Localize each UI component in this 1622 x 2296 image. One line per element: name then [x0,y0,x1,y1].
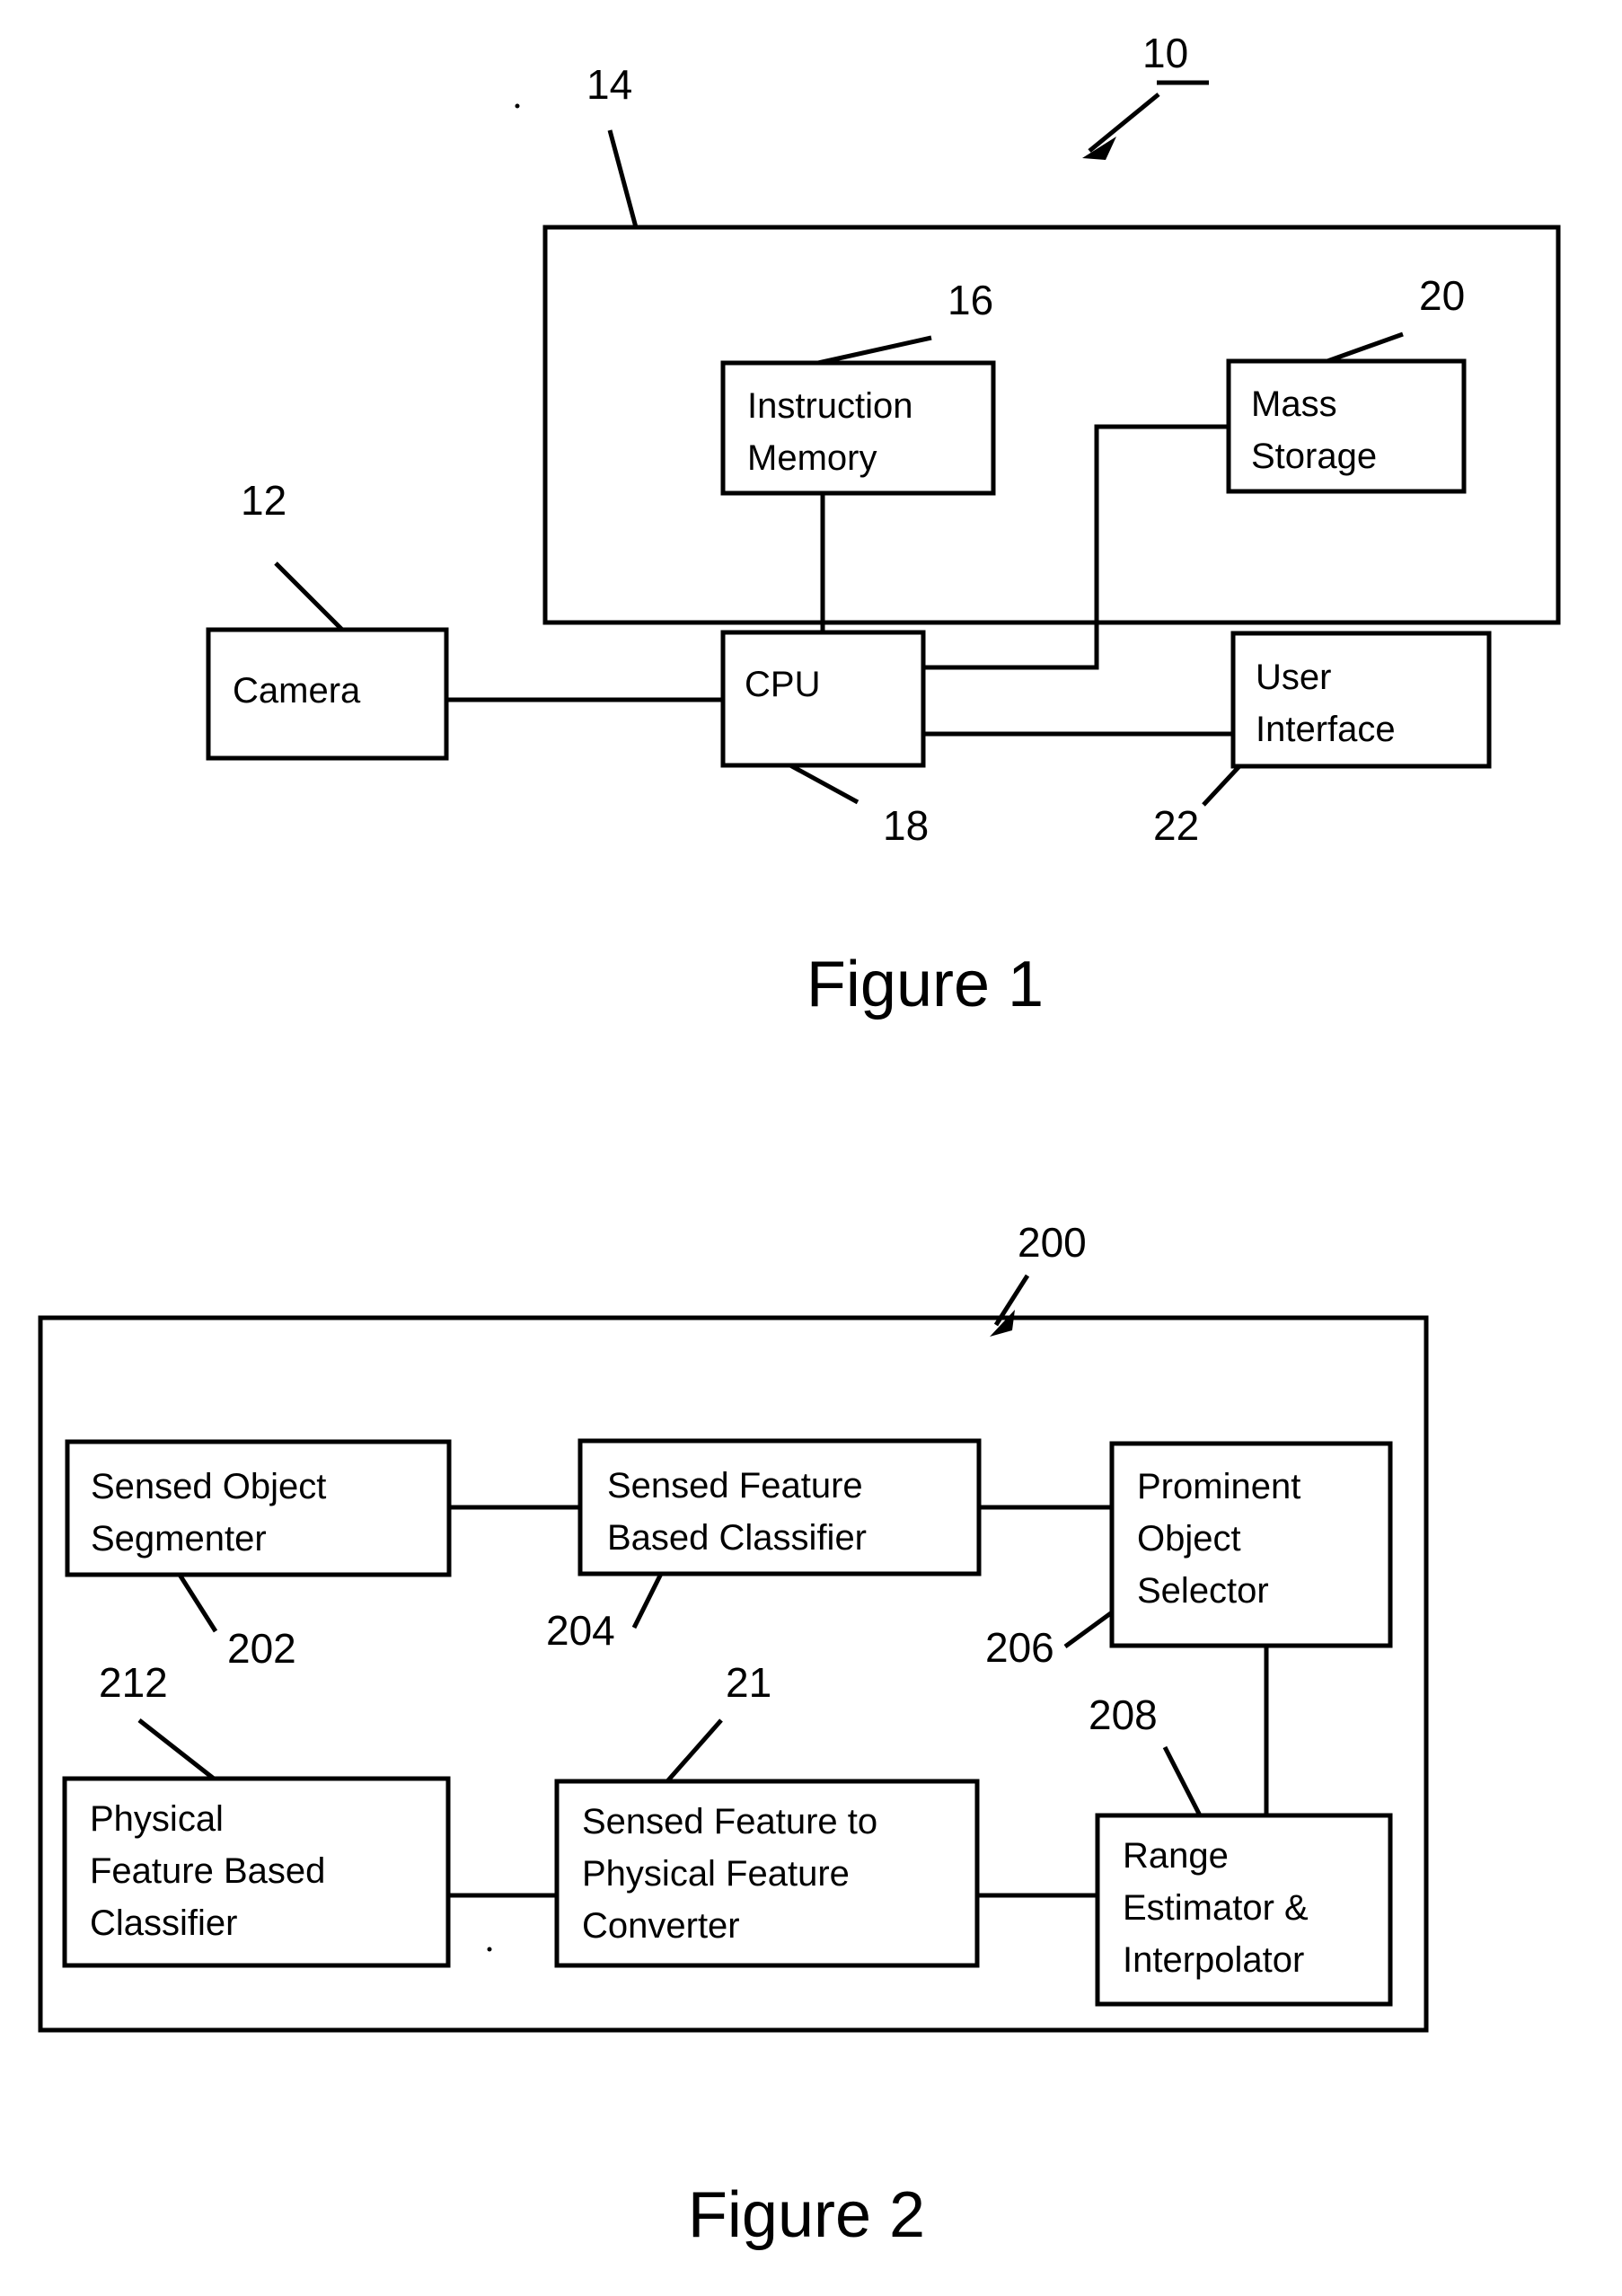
box-range-estimator-line3: Interpolator [1123,1940,1304,1980]
stray-dot [515,103,520,109]
ref-number-18: 18 [883,802,929,849]
box-user-interface-label-line1: User [1256,658,1331,697]
box-sensed-object-segmenter-line1: Sensed Object [91,1467,326,1506]
box-physical-feature-based-classifier-line3: Classifier [90,1903,237,1943]
box-physical-feature-based-classifier-line1: Physical [90,1799,224,1839]
box-converter-line1: Sensed Feature to [582,1802,877,1841]
box-physical-feature-based-classifier-line2: Feature Based [90,1851,325,1891]
box-sensed-feature-based-classifier-line1: Sensed Feature [607,1466,863,1506]
figure-1: 10 14 Instruction Memory 16 Mass Storage… [206,30,1561,1020]
ref-10-arrow-line [1088,93,1160,153]
ref-202-leader [177,1573,218,1633]
box-camera-label: Camera [233,671,361,711]
ref-12-leader [274,561,344,631]
box-prominent-object-selector-line1: Prominent [1137,1467,1300,1506]
box-user-interface-label-line2: Interface [1256,710,1396,749]
box-cpu-label: CPU [745,665,820,704]
ref-number-12: 12 [241,477,286,524]
box-instruction-memory-label-line1: Instruction [747,386,913,426]
box-converter-line2: Physical Feature [582,1854,850,1894]
ref-20-leader [1327,331,1404,364]
ref-number-204: 204 [546,1607,615,1654]
stray-dot-2 [487,1947,492,1952]
ref-212-leader [137,1718,216,1780]
box-converter-line3: Converter [582,1906,740,1946]
ref-14-leader [607,129,639,228]
patent-drawing-sheet: 10 14 Instruction Memory 16 Mass Storage… [0,0,1622,2296]
ref-number-16: 16 [948,277,993,323]
figures-canvas: 10 14 Instruction Memory 16 Mass Storage… [38,30,1561,2251]
ref-21-leader [666,1718,723,1783]
box-range-estimator-line2: Estimator & [1123,1888,1309,1928]
box-prominent-object-selector-line3: Selector [1137,1571,1269,1611]
box-prominent-object-selector-line2: Object [1137,1519,1241,1559]
ref-number-202: 202 [227,1625,296,1672]
figure-1-caption: Figure 1 [807,949,1044,1020]
box-range-estimator-line1: Range [1123,1836,1229,1876]
ref-22-leader [1202,764,1241,807]
ref-number-200: 200 [1018,1219,1087,1266]
box-instruction-memory-label-line2: Memory [747,438,877,478]
figure-2-caption: Figure 2 [688,2179,925,2251]
ref-number-212: 212 [99,1659,168,1706]
ref-number-208: 208 [1089,1691,1158,1738]
ref-16-leader [817,335,932,366]
ref-number-20: 20 [1419,272,1465,319]
ref-number-22: 22 [1153,802,1199,849]
box-sensed-feature-based-classifier-line2: Based Classifier [607,1518,867,1558]
ref-number-21: 21 [726,1659,771,1706]
figure-2: 200 Sensed Object Segmenter 202 Sensed F… [38,1219,1429,2251]
ref-number-10: 10 [1142,30,1188,76]
ref-number-14: 14 [586,61,632,108]
box-sensed-object-segmenter-line2: Segmenter [91,1519,267,1559]
box-mass-storage-label-line1: Mass [1251,384,1337,424]
ref-208-leader [1162,1745,1203,1817]
ref-18-leader [789,763,859,805]
ref-206-leader [1063,1610,1114,1649]
box-mass-storage-label-line2: Storage [1251,437,1377,476]
ref-204-leader [631,1572,664,1629]
ref-number-206: 206 [985,1624,1054,1671]
